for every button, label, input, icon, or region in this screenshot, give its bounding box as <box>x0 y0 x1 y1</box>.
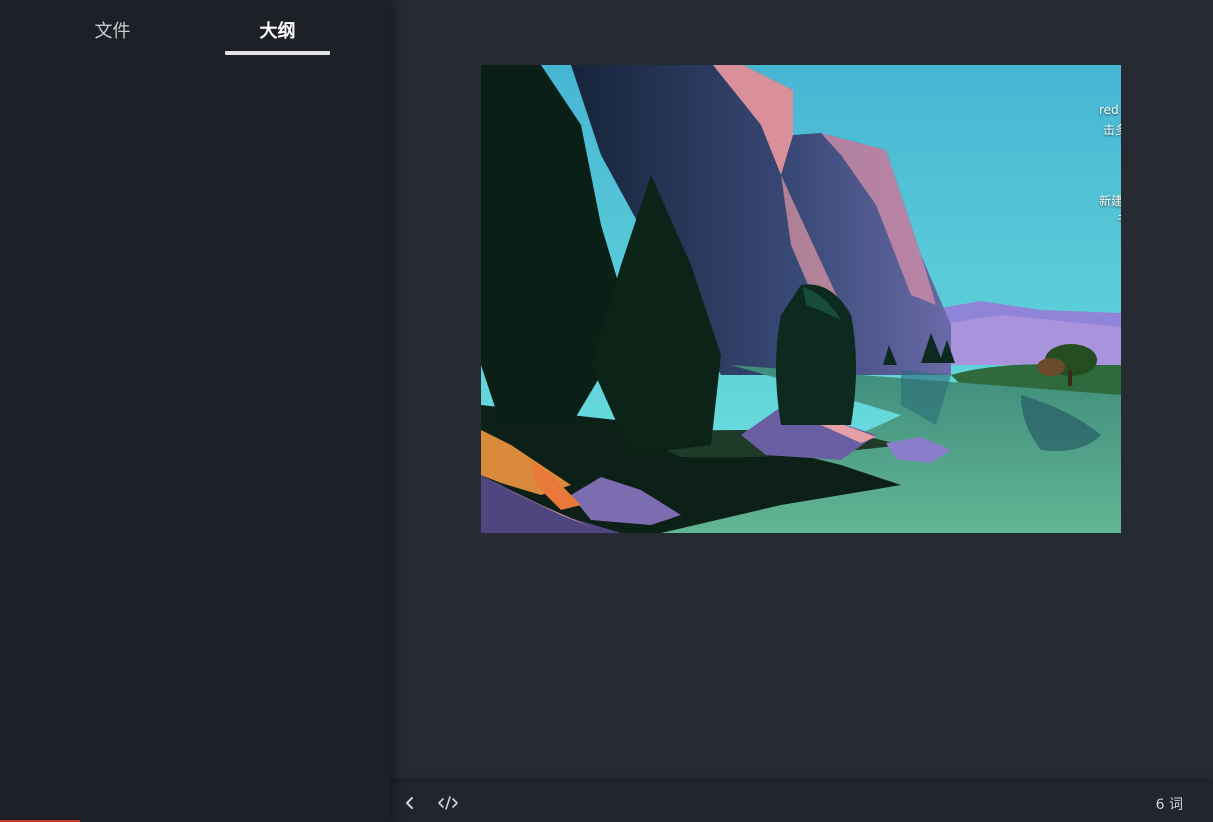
tab-files[interactable]: 文件 <box>60 18 165 58</box>
desktop-icon-label: 击多 <box>1103 123 1121 137</box>
word-count[interactable]: 6 词 <box>1156 794 1183 814</box>
desktop-icon-label: 书 <box>1117 210 1121 227</box>
editor-area[interactable]: red 击多 新建 书 <box>390 0 1213 822</box>
desktop-icon-label: 新建 <box>1099 194 1121 208</box>
tab-outline-label: 大纲 <box>259 21 296 42</box>
status-bar: 6 词 <box>390 782 1213 822</box>
tab-outline[interactable]: 大纲 <box>225 18 330 58</box>
tab-files-label: 文件 <box>94 21 131 42</box>
chevron-left-icon[interactable] <box>399 792 421 814</box>
sidebar: 文件 大纲 <box>0 0 390 822</box>
active-tab-indicator <box>225 51 330 55</box>
code-icon[interactable] <box>437 792 459 814</box>
embedded-landscape-image[interactable]: red 击多 新建 书 <box>481 65 1121 533</box>
desktop-icon-label: red <box>1099 103 1119 117</box>
